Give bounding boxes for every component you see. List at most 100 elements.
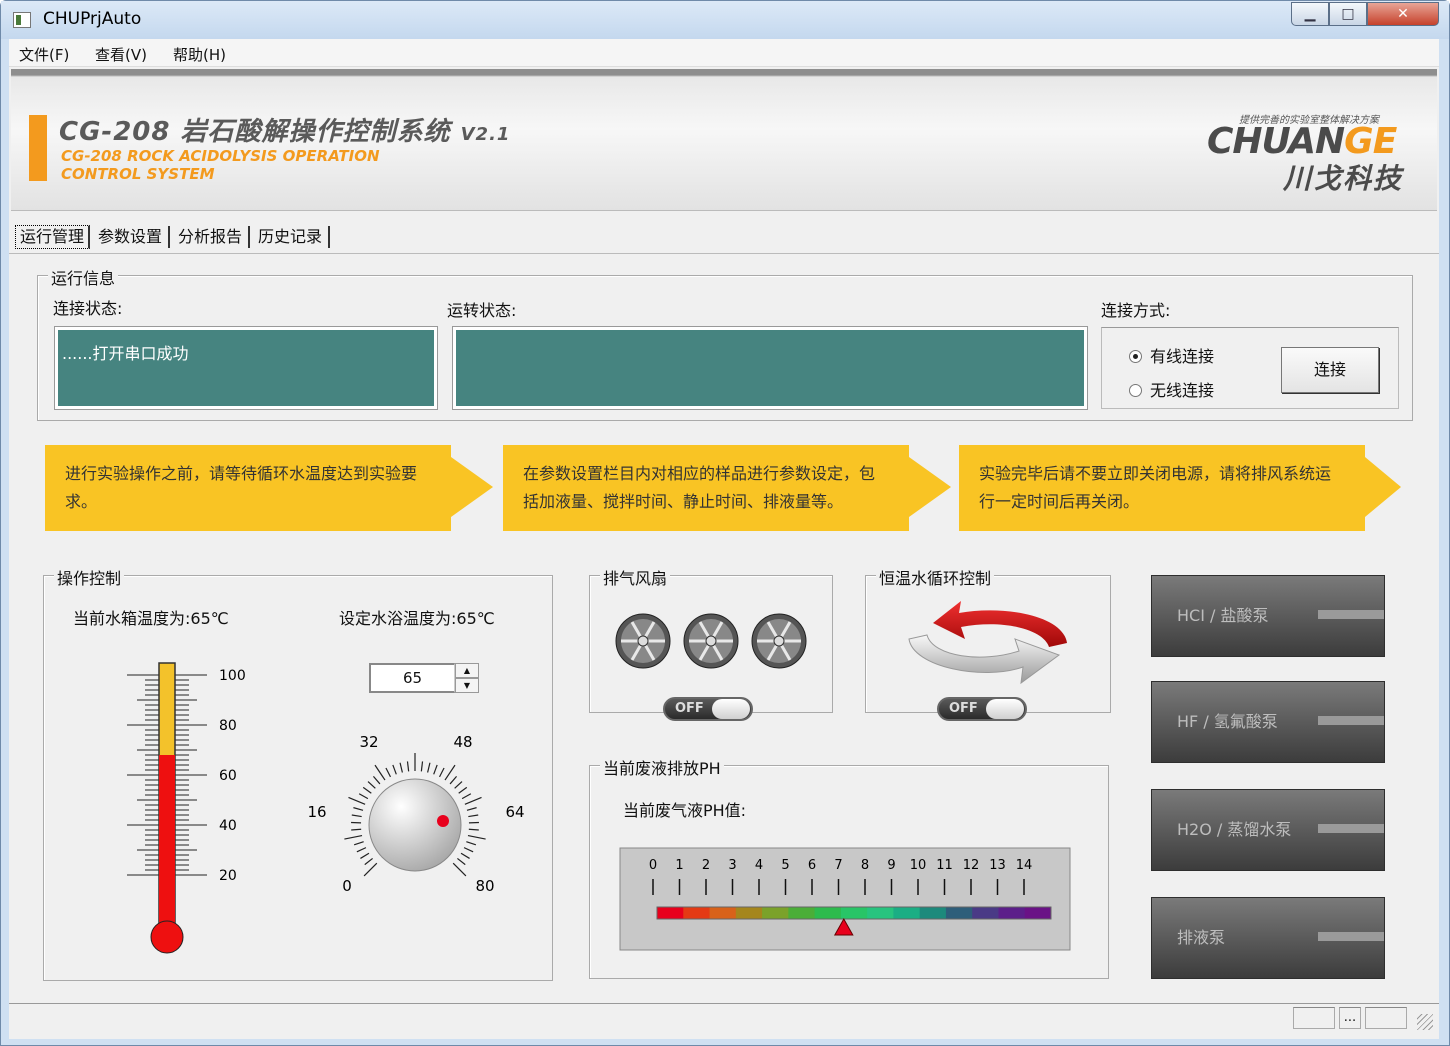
set-temp-label: 设定水浴温度为:65℃ (339, 609, 495, 628)
set-temp-spinner[interactable]: 65 (369, 663, 455, 693)
ph-tick-label: 4 (755, 858, 763, 873)
menu-bar: 文件(F) 查看(V) 帮助(H) (9, 39, 1439, 67)
tab-params[interactable]: 参数设置 (94, 226, 171, 248)
knob-tick (449, 775, 458, 785)
thermometer-bulb (150, 920, 184, 954)
hcl-pump-button[interactable]: HCI / 盐酸泵 (1151, 575, 1385, 657)
drain-pump-button[interactable]: 排液泵 (1151, 897, 1385, 979)
knob-tick (438, 767, 445, 778)
knob-label: 32 (359, 733, 378, 751)
thermometer-label: 60 (219, 768, 237, 784)
brand-cn: 川戈科技 (1283, 162, 1404, 195)
knob-tick (460, 852, 470, 859)
ph-color-segment (788, 907, 816, 919)
menu-file[interactable]: 文件(F) (19, 44, 69, 65)
toggle-knob (986, 699, 1024, 719)
ph-tick-label: 0 (649, 858, 657, 873)
knob-tick (344, 834, 363, 840)
pump-slot (1318, 932, 1384, 941)
knob-tick (362, 786, 372, 794)
radio-wired[interactable]: 有线连接 (1129, 343, 1214, 367)
ph-tick-label: 10 (910, 858, 927, 873)
spin-up-button[interactable]: ▲ (455, 663, 479, 678)
knob-tick (392, 764, 397, 775)
h2o-pump-button[interactable]: H2O / 蒸馏水泵 (1151, 789, 1385, 871)
close-button[interactable]: ✕ (1367, 2, 1439, 26)
client-area: 文件(F) 查看(V) 帮助(H) CG-208 岩石酸解操作控制系统 V2.1… (9, 39, 1439, 1039)
knob-tick (420, 761, 424, 772)
connect-button[interactable]: 连接 (1281, 347, 1379, 393)
knob-tick (358, 793, 369, 800)
run-info-title: 运行信息 (48, 265, 119, 289)
ph-tick-label: 8 (861, 858, 869, 873)
brand-logo-b: GE (1344, 121, 1397, 162)
hf-pump-button[interactable]: HF / 氢氟酸泵 (1151, 681, 1385, 763)
resize-grip-icon[interactable] (1417, 1014, 1433, 1030)
fan-title: 排气风扇 (600, 565, 671, 589)
temperature-knob[interactable]: 32 48 16 64 0 80 (295, 729, 531, 909)
tab-history[interactable]: 历史记录 (254, 226, 331, 248)
knob-tick (385, 767, 392, 778)
radio-wired-label: 有线连接 (1150, 347, 1215, 366)
pump-label: H2O / 蒸馏水泵 (1177, 820, 1292, 839)
ph-color-segment (893, 907, 921, 919)
tab-run[interactable]: 运行管理 (15, 225, 91, 249)
brand-logo: CHUANGE (1207, 121, 1397, 162)
ph-tick-label: 14 (1016, 858, 1033, 873)
ph-color-segment (709, 907, 737, 919)
pump-label: 排液泵 (1177, 928, 1226, 947)
system-title: CG-208 岩石酸解操作控制系统 V2.1 (59, 111, 510, 148)
app-icon (13, 12, 31, 28)
knob-tick (452, 862, 467, 877)
knob-tick (461, 793, 472, 800)
window-title: CHUPrjAuto (43, 9, 142, 29)
ph-color-segment (972, 907, 999, 919)
arrow-right-icon (451, 457, 493, 517)
knob-tick (463, 847, 474, 853)
knob-tick (466, 841, 477, 846)
ph-tick-label: 2 (702, 858, 710, 873)
knob-tick (363, 862, 378, 877)
ph-tick-label: 3 (728, 858, 736, 873)
conn-mode-label: 连接方式: (1101, 301, 1171, 320)
pump-slot (1318, 610, 1384, 619)
tab-bar: 运行管理 参数设置 分析报告 历史记录 (15, 225, 334, 251)
fan-toggle[interactable]: OFF (663, 697, 753, 721)
thermometer-label: 80 (219, 718, 237, 734)
radio-wireless[interactable]: 无线连接 (1129, 377, 1214, 401)
spin-down-button[interactable]: ▼ (455, 678, 479, 693)
thermometer: 100 80 60 40 20 (127, 662, 246, 954)
brand-logo-a: CHUAN (1207, 121, 1345, 162)
knob-tick (360, 852, 370, 859)
maximize-button[interactable]: □ (1329, 2, 1367, 26)
menu-view[interactable]: 查看(V) (95, 44, 147, 65)
status-bar: ... (9, 1003, 1439, 1031)
water-toggle[interactable]: OFF (937, 697, 1027, 721)
system-title-en-line1: CG-208 ROCK ACIDOLYSIS OPERATION (61, 147, 380, 165)
knob-tick (468, 828, 479, 831)
minimize-button[interactable]: ▁ (1291, 2, 1329, 26)
menu-help[interactable]: 帮助(H) (173, 44, 226, 65)
tab-report[interactable]: 分析报告 (174, 226, 251, 248)
accent-bar (29, 115, 47, 181)
ph-color-segment (998, 907, 1026, 919)
ph-label: 当前废气液PH值: (623, 801, 747, 820)
step-2: 在参数设置栏目内对相应的样品进行参数设定，包括加液量、搅拌时间、静止时间、排液量… (503, 445, 909, 531)
radio-wired-dot (1129, 350, 1142, 363)
system-version: V2.1 (460, 124, 511, 145)
current-temp-label: 当前水箱温度为:65℃ (73, 609, 229, 628)
title-bar[interactable]: CHUPrjAuto ▁ □ ✕ (1, 1, 1449, 39)
knob-label: 48 (453, 733, 472, 751)
fan-icons (615, 613, 807, 669)
control-title: 操作控制 (54, 565, 125, 589)
ph-tick-label: 12 (963, 858, 980, 873)
pump-label: HCI / 盐酸泵 (1177, 606, 1269, 625)
ph-tick-label: 1 (675, 858, 683, 873)
knob-tick (454, 781, 463, 789)
knob-tick (433, 764, 438, 775)
ph-color-segment (919, 907, 947, 919)
knob-tick (353, 807, 364, 811)
knob-tick (348, 796, 366, 805)
ph-color-segment (945, 907, 973, 919)
ph-tick-label: 7 (834, 858, 842, 873)
